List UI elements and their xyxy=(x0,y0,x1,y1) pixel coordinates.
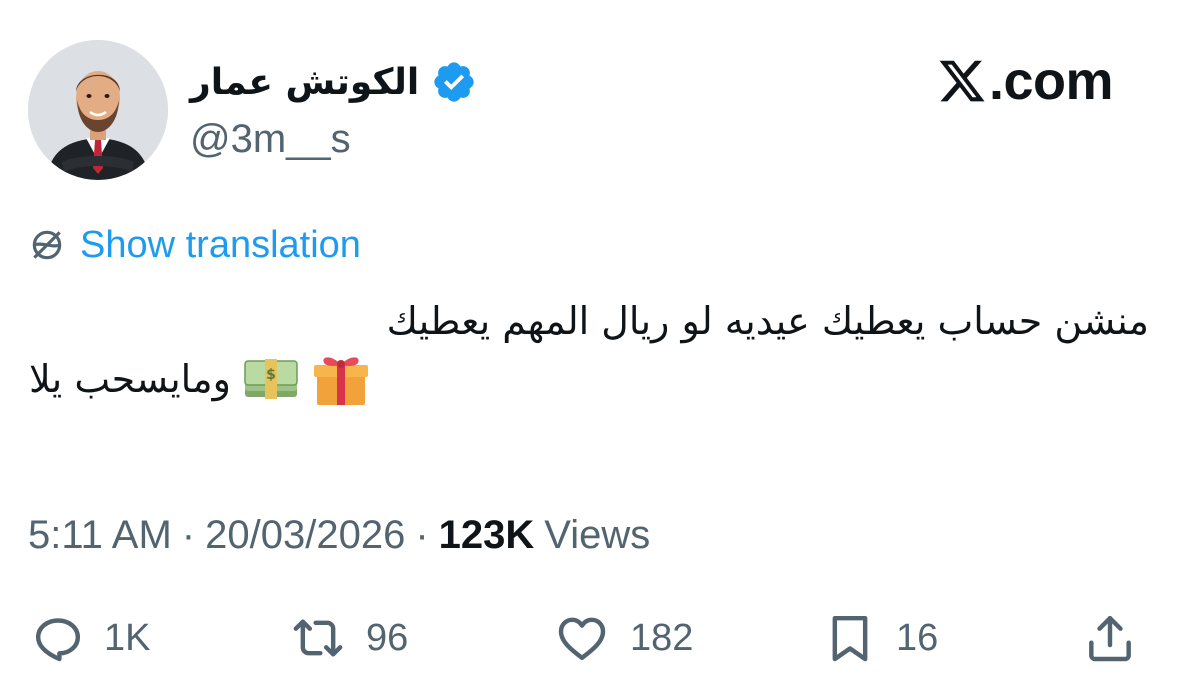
bookmark-button[interactable]: 16 xyxy=(822,610,938,666)
site-logo-text: .com xyxy=(988,51,1114,111)
tweet-meta: 5:11 AM · 20/03/2026 · 123K Views xyxy=(28,510,650,560)
x-logo-icon xyxy=(937,56,987,106)
share-button[interactable] xyxy=(1082,610,1138,666)
reply-count: 1K xyxy=(104,616,151,659)
repost-icon xyxy=(288,610,348,666)
tweet-text-line-1: منشن حساب يعطيك عيديه لو ريال المهم يعطي… xyxy=(386,299,1149,343)
money-bundle-emoji: $ xyxy=(243,357,299,401)
meta-separator: · xyxy=(415,512,429,557)
show-translation-link[interactable]: Show translation xyxy=(80,224,361,267)
avatar-illustration xyxy=(28,40,168,180)
like-button[interactable]: 182 xyxy=(552,610,693,666)
views-count: 123K xyxy=(438,512,535,557)
meta-separator: · xyxy=(181,512,196,557)
heart-icon xyxy=(552,610,612,666)
tweet-time[interactable]: 5:11 AM xyxy=(28,513,172,558)
bookmark-count: 16 xyxy=(896,616,939,659)
reply-button[interactable]: 1K xyxy=(30,610,150,666)
reply-icon xyxy=(30,610,86,666)
views-label: Views xyxy=(544,512,651,557)
tweet-text: منشن حساب يعطيك عيديه لو ريال المهم يعطي… xyxy=(29,292,1149,408)
author-handle[interactable]: @3m__s xyxy=(190,117,351,162)
tweet-text-line-2: ومايسحب يلا $ xyxy=(29,350,1149,408)
site-logo: .com xyxy=(937,51,1114,111)
globe-icon xyxy=(28,226,66,264)
action-bar: 1K 96 182 16 xyxy=(0,610,1179,666)
gift-emoji xyxy=(311,351,371,407)
like-count: 182 xyxy=(630,616,694,659)
svg-text:$: $ xyxy=(266,367,276,383)
show-translation[interactable]: Show translation xyxy=(28,222,361,268)
repost-button[interactable]: 96 xyxy=(288,610,408,666)
repost-count: 96 xyxy=(366,616,409,659)
avatar[interactable] xyxy=(28,40,168,180)
author-display-name[interactable]: الكوتش عمار xyxy=(190,62,419,103)
share-icon xyxy=(1082,610,1138,666)
tweet-date[interactable]: 20/03/2026 xyxy=(205,513,405,558)
author-name-row: الكوتش عمار xyxy=(190,52,477,112)
verified-badge-icon[interactable] xyxy=(431,59,477,105)
bookmark-icon xyxy=(822,610,878,666)
tweet-text-line-2-words: ومايسحب يلا xyxy=(29,357,231,401)
